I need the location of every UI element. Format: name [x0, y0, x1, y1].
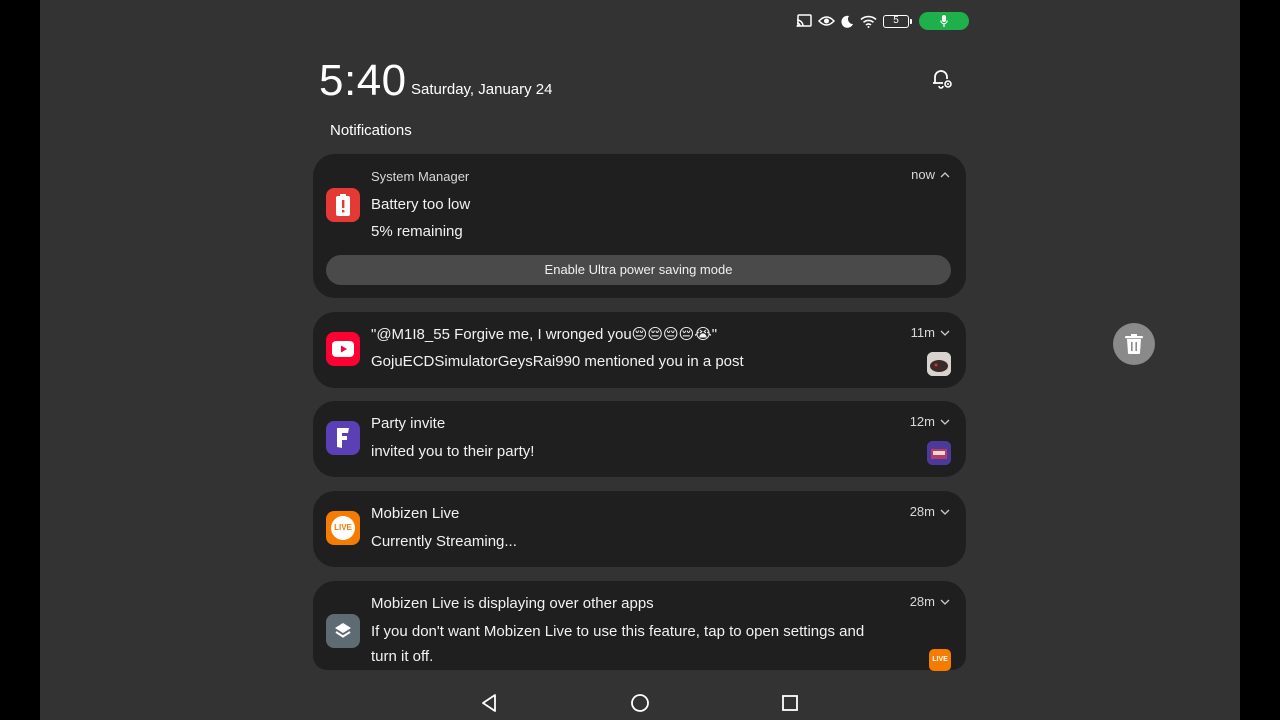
- recording-indicator[interactable]: [919, 12, 969, 30]
- time-label: now: [911, 167, 935, 182]
- notification-time[interactable]: 12m: [910, 414, 950, 430]
- fortnite-icon: [326, 421, 360, 455]
- notification-card-party[interactable]: Party invite invited you to their party!…: [313, 401, 966, 477]
- notification-card-mobizen-overlay[interactable]: Mobizen Live is displaying over other ap…: [313, 581, 966, 671]
- notification-body-line-1: If you don't want Mobizen Live to use th…: [371, 623, 865, 640]
- notification-title: Battery too low: [371, 196, 471, 213]
- notification-body: GojuECDSimulatorGeysRai990 mentioned you…: [371, 353, 744, 370]
- notification-time[interactable]: 28m: [910, 504, 950, 520]
- back-button[interactable]: [479, 692, 499, 716]
- home-icon: [631, 694, 649, 712]
- battery-icon: 5: [883, 14, 912, 28]
- time-label: 28m: [909, 594, 935, 609]
- notification-time[interactable]: 28m: [910, 594, 950, 610]
- mic-icon: [940, 15, 948, 27]
- cast-icon: [796, 14, 812, 28]
- recents-icon: [782, 695, 798, 711]
- status-bar: 5: [796, 10, 969, 32]
- notification-title: Mobizen Live: [371, 505, 460, 522]
- time-label: 12m: [909, 414, 935, 429]
- notification-card-mobizen[interactable]: LIVE Mobizen Live Currently Streaming...…: [313, 491, 966, 567]
- clock[interactable]: 5:40: [319, 56, 407, 106]
- back-icon: [482, 694, 496, 712]
- chevron-down-icon: [940, 330, 950, 336]
- notification-body: invited you to their party!: [371, 443, 535, 460]
- battery-alert-icon: [326, 188, 360, 222]
- notification-settings-icon[interactable]: [929, 66, 955, 92]
- chevron-down-icon: [940, 509, 950, 515]
- notification-time[interactable]: now: [911, 167, 950, 183]
- notification-card-youtube[interactable]: "@M1I8_55 Forgive me, I wronged you😔😔😔😔😭…: [313, 312, 966, 388]
- post-thumbnail: [927, 352, 951, 376]
- notification-title: Party invite: [371, 415, 446, 432]
- chevron-down-icon: [940, 419, 950, 425]
- trash-icon: [1125, 334, 1143, 354]
- wifi-icon: [860, 15, 877, 28]
- notification-card-battery[interactable]: System Manager now Battery too low 5% re…: [313, 154, 966, 298]
- youtube-icon: [326, 332, 360, 366]
- mobizen-badge-icon: LIVE: [929, 649, 951, 671]
- notification-body: Currently Streaming...: [371, 533, 517, 550]
- section-title: Notifications: [330, 122, 412, 139]
- chevron-down-icon: [940, 599, 950, 605]
- eye-icon: [818, 15, 835, 27]
- recents-button[interactable]: [780, 692, 800, 716]
- mobizen-live-icon-text: LIVE: [331, 516, 355, 540]
- clear-all-button[interactable]: [1113, 323, 1155, 365]
- notification-body: 5% remaining: [371, 223, 463, 240]
- notification-shade: 5 5:40 Saturday, January 24 Notification…: [40, 0, 1240, 720]
- notification-time[interactable]: 11m: [911, 325, 950, 341]
- mobizen-live-icon: LIVE: [326, 511, 360, 545]
- layers-icon: [326, 614, 360, 648]
- date: Saturday, January 24: [411, 81, 553, 98]
- notification-body-line-2: turn it off.: [371, 648, 434, 665]
- notification-title: "@M1I8_55 Forgive me, I wronged you😔😔😔😔😭…: [371, 326, 718, 343]
- time-label: 28m: [909, 504, 935, 519]
- time-label: 11m: [910, 325, 935, 340]
- notification-title: Mobizen Live is displaying over other ap…: [371, 595, 654, 612]
- party-avatar: [927, 441, 951, 465]
- app-name: System Manager: [371, 169, 470, 184]
- moon-icon: [841, 15, 854, 28]
- chevron-up-icon: [940, 172, 950, 178]
- home-button[interactable]: [629, 692, 651, 716]
- ultra-power-saving-button[interactable]: Enable Ultra power saving mode: [326, 255, 951, 285]
